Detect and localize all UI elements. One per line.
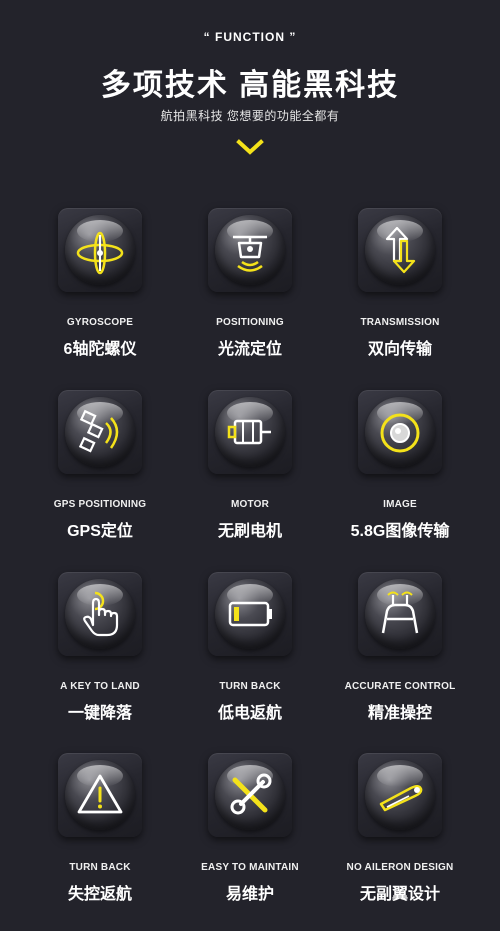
feature-item-gyroscope: GYROSCOPE 6轴陀螺仪 [20,208,180,368]
feature-item-transmission: TRANSMISSION 双向传输 [320,208,480,368]
feature-tile [208,572,292,656]
tools-icon [230,773,272,815]
warning-triangle-icon [77,774,123,814]
feature-title-en: TRANSMISSION [360,317,440,328]
feature-title-cn: 低电返航 [217,705,282,722]
feature-title-cn: 精准操控 [367,705,432,722]
feature-title-cn: 6轴陀螺仪 [63,341,137,358]
feature-title-cn: 双向传输 [367,341,432,358]
feature-item-low-battery: TURN BACK 低电返航 [170,572,330,732]
propeller-blade-icon [379,785,423,812]
hand-press-icon [83,591,119,637]
low-battery-icon [228,601,272,627]
feature-tile [58,208,142,292]
feature-title-en: A KEY TO LAND [60,681,140,692]
feature-title-cn: 5.8G图像传输 [350,523,450,540]
feature-tile [358,208,442,292]
feature-title-cn: 无副翼设计 [359,886,440,903]
feature-tile [358,390,442,474]
feature-tile [58,390,142,474]
feature-title-cn: 失控返航 [67,886,132,903]
feature-title-en: POSITIONING [216,317,284,328]
feature-title-en: GPS POSITIONING [53,499,147,510]
feature-title-en: ACCURATE CONTROL [344,681,456,692]
feature-tile [58,572,142,656]
feature-title-en: EASY TO MAINTAIN [201,862,299,873]
feature-title-en: TURN BACK [219,681,281,692]
feature-title-en: GYROSCOPE [66,317,134,328]
feature-item-maintain: EASY TO MAINTAIN 易维护 [170,753,330,913]
feature-title-cn: 一键降落 [67,705,132,722]
feature-title-en: MOTOR [230,499,270,510]
feature-item-fail-safe: TURN BACK 失控返航 [20,753,180,913]
feature-tile [208,753,292,837]
feature-title-en: TURN BACK [69,862,131,873]
feature-grid: GYROSCOPE 6轴陀螺仪 POSITIONING 光流定位 TRANSMI… [0,0,500,931]
feature-tile [358,572,442,656]
transmission-arrows-icon [385,226,416,274]
feature-title-cn: GPS定位 [67,523,133,540]
remote-control-icon [381,591,419,634]
feature-tile [208,390,292,474]
feature-title-cn: 易维护 [225,886,274,903]
drone-positioning-icon [233,235,267,272]
gyroscope-icon [76,231,124,275]
feature-item-key-land: A KEY TO LAND 一键降落 [20,572,180,732]
feature-item-image: IMAGE 5.8G图像传输 [320,390,480,550]
feature-title-en: IMAGE [383,499,417,510]
camera-lens-icon [380,413,420,453]
feature-title-cn: 无刷电机 [217,523,282,540]
feature-item-accurate-control: ACCURATE CONTROL 精准操控 [320,572,480,732]
feature-item-gps: GPS POSITIONING GPS定位 [20,390,180,550]
motor-icon [227,419,271,445]
feature-title-cn: 光流定位 [217,341,282,358]
feature-tile [58,753,142,837]
feature-tile [358,753,442,837]
feature-item-positioning: POSITIONING 光流定位 [170,208,330,368]
feature-item-motor: MOTOR 无刷电机 [170,390,330,550]
feature-title-en: NO AILERON DESIGN [346,862,454,873]
satellite-icon [78,409,119,453]
feature-item-no-aileron: NO AILERON DESIGN 无副翼设计 [320,753,480,913]
feature-tile [208,208,292,292]
